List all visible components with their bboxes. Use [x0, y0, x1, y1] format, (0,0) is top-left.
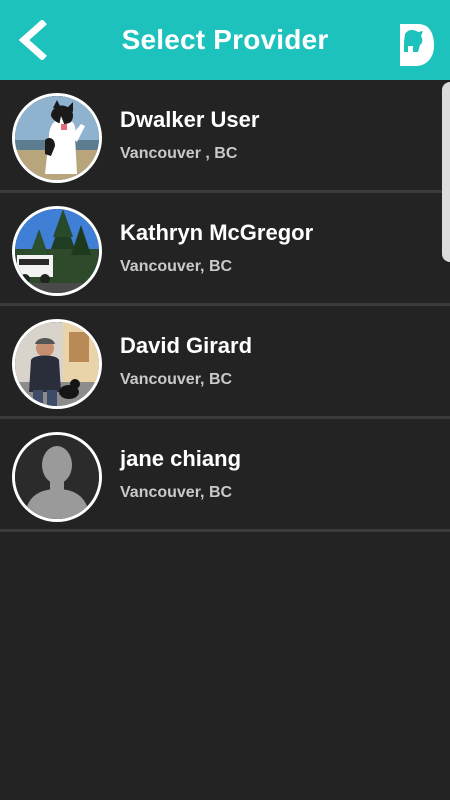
scroll-edge-handle[interactable] — [442, 82, 450, 262]
provider-name: Kathryn McGregor — [120, 220, 314, 245]
back-button[interactable] — [10, 18, 54, 62]
provider-row[interactable]: Dwalker User Vancouver , BC — [0, 80, 450, 193]
avatar — [12, 432, 102, 522]
app-header: Select Provider — [0, 0, 450, 80]
provider-list: Dwalker User Vancouver , BC Kathryn McGr… — [0, 80, 450, 532]
provider-name: Dwalker User — [120, 107, 260, 132]
provider-location: Vancouver , BC — [120, 145, 238, 162]
provider-row[interactable]: Kathryn McGregor Vancouver, BC — [0, 193, 450, 306]
avatar — [12, 319, 102, 409]
provider-location: Vancouver, BC — [120, 484, 233, 501]
chevron-left-icon — [18, 20, 47, 60]
dog-logo-icon — [400, 24, 434, 66]
avatar — [12, 93, 102, 183]
provider-location: Vancouver, BC — [120, 258, 233, 275]
trees-photo — [15, 209, 99, 293]
provider-row[interactable]: David Girard Vancouver, BC — [0, 306, 450, 419]
dog-photo — [15, 96, 99, 180]
default-avatar-silhouette — [15, 435, 99, 519]
provider-name: jane chiang — [120, 446, 242, 471]
provider-name: David Girard — [120, 333, 253, 358]
page-title: Select Provider — [121, 24, 329, 55]
provider-row[interactable]: jane chiang Vancouver, BC — [0, 419, 450, 532]
select-provider-screen: Select Provider Dwalker User Vancouver ,… — [0, 0, 450, 800]
avatar — [12, 206, 102, 296]
provider-location: Vancouver, BC — [120, 371, 233, 388]
man-with-dog-photo — [15, 322, 99, 406]
